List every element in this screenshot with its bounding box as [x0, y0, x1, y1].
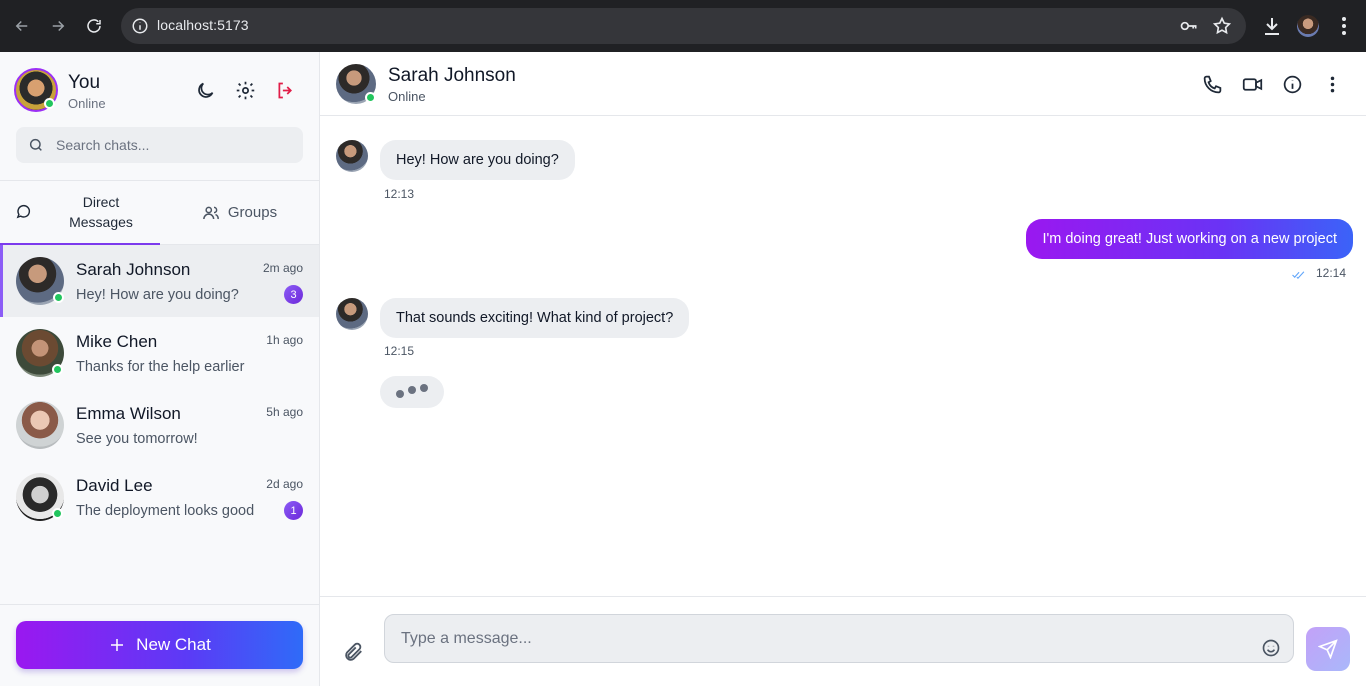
chat-time: 1h ago — [266, 333, 303, 347]
search-input[interactable] — [56, 127, 296, 163]
conversation-panel: Sarah Johnson Online Hey! How are you do… — [320, 52, 1366, 686]
info-icon[interactable] — [1280, 72, 1304, 96]
unread-badge: 3 — [284, 285, 303, 304]
search-icon — [28, 137, 44, 153]
chat-tabs: Direct Messages Groups — [0, 180, 319, 245]
online-indicator — [53, 292, 64, 303]
online-indicator — [52, 508, 63, 519]
address-bar[interactable]: localhost:5173 — [121, 8, 1246, 44]
message-circle-icon — [15, 203, 33, 221]
my-name: You — [68, 72, 101, 93]
chat-name: David Lee — [76, 476, 153, 495]
chat-preview: See you tomorrow! — [76, 431, 198, 447]
search-box — [16, 127, 303, 163]
logout-icon[interactable] — [273, 78, 297, 102]
chat-item-mike-chen[interactable]: Mike Chen 1h ago Thanks for the help ear… — [0, 317, 319, 389]
reload-icon[interactable] — [82, 14, 106, 38]
key-icon[interactable] — [1179, 16, 1199, 36]
typing-indicator — [380, 376, 444, 408]
paperclip-icon[interactable] — [342, 641, 366, 665]
sidebar: You Online Direct Messages — [0, 52, 320, 686]
url-text: localhost:5173 — [157, 17, 249, 33]
new-chat-label: New Chat — [136, 635, 211, 654]
more-options-icon[interactable] — [1320, 72, 1344, 96]
chat-name: Mike Chen — [76, 332, 158, 351]
new-chat-button[interactable]: New Chat — [16, 621, 303, 669]
avatar — [16, 401, 64, 449]
message-input[interactable] — [401, 615, 1251, 662]
download-icon[interactable] — [1260, 14, 1284, 38]
tab-direct-messages[interactable]: Direct Messages — [0, 181, 160, 245]
message-avatar — [336, 140, 368, 172]
star-icon[interactable] — [1212, 16, 1232, 36]
send-button[interactable] — [1306, 627, 1350, 671]
browser-toolbar: localhost:5173 — [0, 0, 1366, 52]
sidebar-footer: New Chat — [0, 604, 319, 686]
my-status: Online — [68, 96, 106, 111]
read-check-icon — [1292, 267, 1306, 280]
send-icon — [1318, 639, 1338, 659]
phone-icon[interactable] — [1200, 72, 1224, 96]
my-online-indicator — [44, 98, 55, 109]
users-icon — [202, 204, 220, 222]
peer-status: Online — [388, 89, 426, 104]
chat-time: 2d ago — [266, 477, 303, 491]
chat-preview: Thanks for the help earlier — [76, 359, 245, 375]
plus-icon — [111, 639, 124, 651]
back-icon[interactable] — [10, 14, 34, 38]
profile-header: You Online — [0, 52, 319, 180]
emoji-icon[interactable] — [1261, 638, 1283, 660]
message-bubble-incoming: That sounds exciting! What kind of proje… — [380, 298, 690, 338]
message-bubble-incoming: Hey! How are you doing? — [380, 140, 575, 180]
settings-gear-icon[interactable] — [233, 78, 257, 102]
chat-preview: The deployment looks good — [76, 503, 255, 519]
online-indicator — [52, 364, 63, 375]
browser-profile-avatar[interactable] — [1297, 15, 1319, 37]
tab-groups-label: Groups — [227, 204, 278, 221]
peer-online-indicator — [365, 92, 376, 103]
chat-item-sarah-johnson[interactable]: Sarah Johnson 2m ago Hey! How are you do… — [0, 245, 319, 317]
typing-dot — [420, 384, 428, 392]
peer-name: Sarah Johnson — [388, 65, 516, 86]
message-composer — [320, 596, 1366, 686]
tab-direct-messages-label: Direct Messages — [69, 194, 133, 230]
chat-time: 5h ago — [266, 405, 303, 419]
unread-badge: 1 — [284, 501, 303, 520]
tab-groups[interactable]: Groups — [160, 181, 319, 245]
chat-item-emma-wilson[interactable]: Emma Wilson 5h ago See you tomorrow! — [0, 389, 319, 461]
video-icon[interactable] — [1240, 72, 1264, 96]
chat-time: 2m ago — [262, 261, 303, 275]
message-input-box — [384, 614, 1294, 663]
message-time: 12:15 — [384, 344, 415, 358]
message-time: 12:13 — [384, 187, 415, 201]
chat-name: Sarah Johnson — [76, 260, 191, 279]
typing-dot — [396, 390, 404, 398]
site-info-icon[interactable] — [131, 17, 149, 35]
forward-icon[interactable] — [46, 14, 70, 38]
message-avatar — [336, 298, 368, 330]
chat-name: Emma Wilson — [76, 404, 181, 423]
chat-preview: Hey! How are you doing? — [76, 287, 239, 303]
browser-menu-icon[interactable] — [1332, 14, 1356, 38]
message-time: 12:14 — [1315, 266, 1346, 280]
chat-item-david-lee[interactable]: David Lee 2d ago The deployment looks go… — [0, 461, 319, 533]
conversation-header: Sarah Johnson Online — [320, 52, 1366, 116]
typing-dot — [408, 386, 416, 394]
dark-mode-icon[interactable] — [193, 78, 217, 102]
message-bubble-outgoing: I'm doing great! Just working on a new p… — [1026, 219, 1353, 259]
